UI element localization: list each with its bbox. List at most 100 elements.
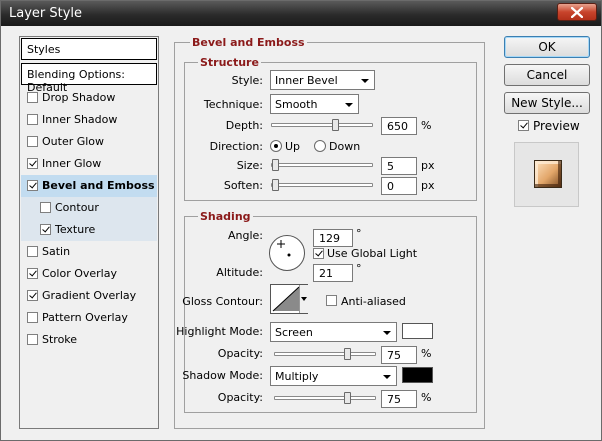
shadow-mode-value: Multiply bbox=[275, 370, 319, 383]
highlight-opacity-thumb[interactable] bbox=[344, 348, 351, 360]
highlight-mode-value: Screen bbox=[275, 326, 313, 339]
angle-value: 129 bbox=[319, 232, 340, 245]
soften-input[interactable]: 0 bbox=[381, 177, 417, 195]
chevron-down-icon bbox=[383, 331, 391, 335]
shadow-color-swatch[interactable] bbox=[402, 367, 433, 383]
effect-item-color-overlay[interactable]: Color Overlay bbox=[21, 263, 157, 285]
direction-label: Direction: bbox=[209, 140, 263, 153]
effect-label: Gradient Overlay bbox=[42, 289, 137, 302]
effect-item-outer-glow[interactable]: Outer Glow bbox=[21, 131, 157, 153]
angle-crosshair-icon bbox=[277, 240, 291, 257]
effect-item-satin[interactable]: Satin bbox=[21, 241, 157, 263]
use-global-light-label[interactable]: Use Global Light bbox=[327, 247, 417, 260]
effect-checkbox[interactable] bbox=[27, 180, 38, 191]
effect-checkbox[interactable] bbox=[27, 136, 38, 147]
contour-dropdown[interactable] bbox=[299, 285, 308, 313]
effect-item-texture[interactable]: Texture bbox=[21, 219, 157, 241]
chevron-down-icon bbox=[345, 103, 353, 107]
shading-title: Shading bbox=[198, 210, 253, 223]
shadow-opacity-unit: % bbox=[421, 391, 432, 404]
chevron-down-icon bbox=[383, 375, 391, 379]
shadow-opacity-label: Opacity: bbox=[217, 391, 263, 404]
shadow-opacity-input[interactable]: 75 bbox=[381, 390, 417, 408]
effect-checkbox[interactable] bbox=[27, 290, 38, 301]
size-slider-thumb[interactable] bbox=[272, 159, 279, 171]
effect-item-gradient-overlay[interactable]: Gradient Overlay bbox=[21, 285, 157, 307]
soften-slider[interactable] bbox=[271, 179, 373, 191]
anti-aliased-checkbox[interactable] bbox=[326, 295, 337, 306]
gloss-contour-picker[interactable] bbox=[270, 284, 308, 314]
chevron-down-icon bbox=[301, 297, 307, 301]
direction-down-radio[interactable] bbox=[314, 140, 326, 152]
effect-checkbox[interactable] bbox=[27, 92, 38, 103]
shadow-opacity-value: 75 bbox=[387, 393, 401, 406]
effect-checkbox[interactable] bbox=[27, 312, 38, 323]
effect-checkbox[interactable] bbox=[40, 202, 51, 213]
size-input[interactable]: 5 bbox=[381, 157, 417, 175]
title-bar[interactable]: Layer Style bbox=[1, 1, 601, 26]
effect-item-contour[interactable]: Contour bbox=[21, 197, 157, 219]
angle-input[interactable]: 129 bbox=[313, 229, 353, 247]
blending-options-item[interactable]: Blending Options: Default bbox=[21, 63, 157, 94]
depth-slider[interactable] bbox=[271, 119, 373, 131]
effect-checkbox[interactable] bbox=[27, 158, 38, 169]
size-unit: px bbox=[421, 159, 435, 172]
use-global-light-checkbox[interactable] bbox=[313, 248, 324, 259]
direction-up-radio[interactable] bbox=[270, 140, 282, 152]
effect-checkbox[interactable] bbox=[27, 334, 38, 345]
effect-label: Pattern Overlay bbox=[42, 311, 128, 324]
highlight-color-swatch[interactable] bbox=[402, 323, 433, 339]
size-slider[interactable] bbox=[271, 159, 373, 171]
highlight-opacity-label: Opacity: bbox=[217, 347, 263, 360]
new-style-button[interactable]: New Style... bbox=[504, 92, 590, 114]
window-title: Layer Style bbox=[9, 6, 83, 21]
soften-slider-thumb[interactable] bbox=[272, 179, 279, 191]
effect-label: Texture bbox=[55, 223, 96, 236]
effect-item-stroke[interactable]: Stroke bbox=[21, 329, 157, 351]
highlight-opacity-value: 75 bbox=[387, 349, 401, 362]
effect-checkbox[interactable] bbox=[27, 246, 38, 257]
technique-label: Technique: bbox=[203, 98, 263, 111]
effect-checkbox[interactable] bbox=[27, 114, 38, 125]
depth-input[interactable]: 650 bbox=[381, 117, 417, 135]
technique-select[interactable]: Smooth bbox=[270, 94, 359, 114]
soften-unit: px bbox=[421, 179, 435, 192]
effect-item-inner-shadow[interactable]: Inner Shadow bbox=[21, 109, 157, 131]
highlight-mode-select[interactable]: Screen bbox=[270, 322, 397, 342]
highlight-opacity-unit: % bbox=[421, 347, 432, 360]
close-icon bbox=[571, 6, 583, 18]
highlight-opacity-input[interactable]: 75 bbox=[381, 346, 417, 364]
effect-checkbox[interactable] bbox=[40, 224, 51, 235]
shadow-mode-select[interactable]: Multiply bbox=[270, 366, 397, 386]
shadow-opacity-thumb[interactable] bbox=[344, 392, 351, 404]
effect-item-inner-glow[interactable]: Inner Glow bbox=[21, 153, 157, 175]
altitude-input[interactable]: 21 bbox=[313, 264, 353, 282]
preview-label[interactable]: Preview bbox=[533, 119, 580, 133]
effect-item-bevel-and-emboss[interactable]: Bevel and Emboss bbox=[21, 175, 157, 197]
effect-label: Stroke bbox=[42, 333, 78, 346]
chevron-down-icon bbox=[361, 79, 369, 83]
style-select[interactable]: Inner Bevel bbox=[270, 70, 375, 90]
highlight-opacity-slider[interactable] bbox=[274, 348, 376, 360]
style-select-value: Inner Bevel bbox=[275, 74, 338, 87]
anti-aliased-label[interactable]: Anti-aliased bbox=[341, 295, 406, 308]
effect-checkbox[interactable] bbox=[27, 268, 38, 279]
direction-down-label[interactable]: Down bbox=[329, 140, 360, 153]
altitude-unit: ° bbox=[356, 262, 362, 275]
cancel-button[interactable]: Cancel bbox=[504, 64, 590, 86]
effect-item-pattern-overlay[interactable]: Pattern Overlay bbox=[21, 307, 157, 329]
shadow-opacity-slider[interactable] bbox=[274, 392, 376, 404]
close-button[interactable] bbox=[557, 3, 597, 21]
preview-checkbox[interactable] bbox=[518, 120, 529, 131]
depth-slider-thumb[interactable] bbox=[332, 119, 339, 131]
direction-up-label[interactable]: Up bbox=[285, 140, 300, 153]
ok-button[interactable]: OK bbox=[504, 36, 590, 58]
angle-dial[interactable] bbox=[269, 235, 305, 271]
effect-label: Outer Glow bbox=[42, 135, 105, 148]
effect-label: Color Overlay bbox=[42, 267, 117, 280]
size-label: Size: bbox=[236, 159, 263, 172]
effect-label: Contour bbox=[55, 201, 99, 214]
effect-item-drop-shadow[interactable]: Drop Shadow bbox=[21, 87, 157, 109]
styles-header[interactable]: Styles bbox=[21, 38, 157, 60]
soften-value: 0 bbox=[387, 180, 394, 193]
